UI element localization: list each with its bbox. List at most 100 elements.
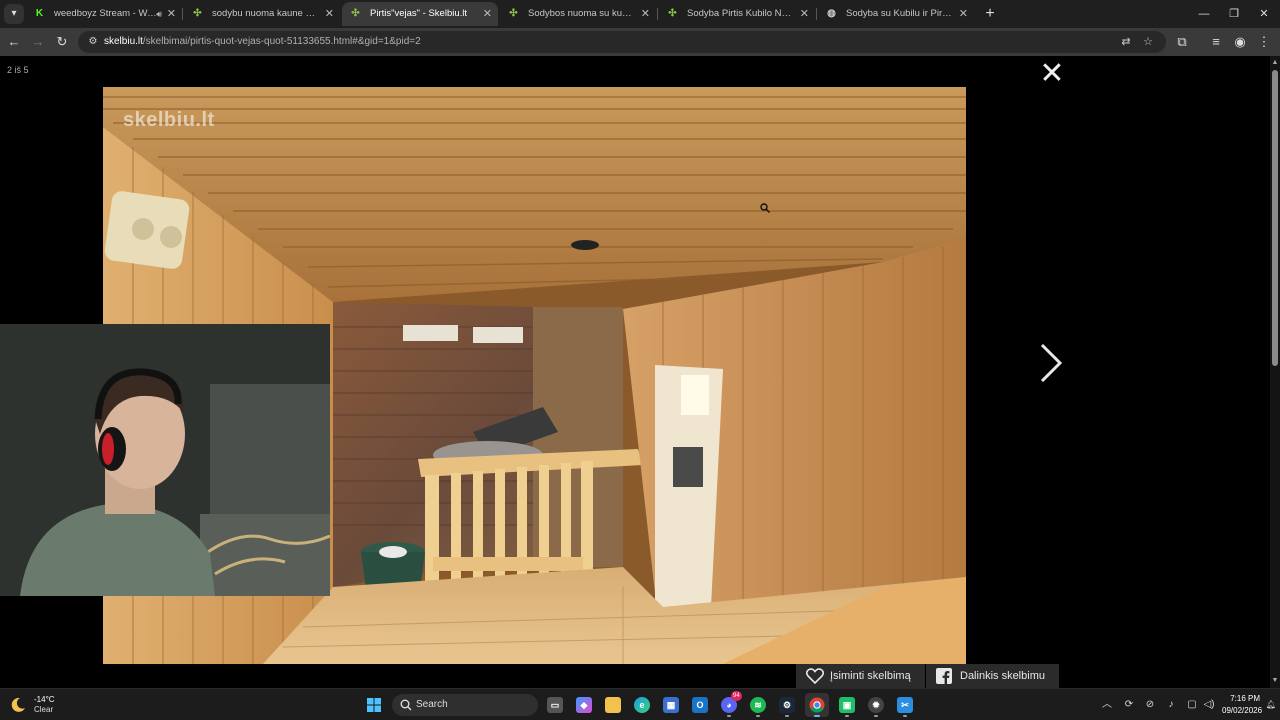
window-close-icon[interactable]: ✕ <box>1248 2 1280 26</box>
tab-close-icon[interactable]: ✕ <box>325 2 334 26</box>
restore-icon[interactable]: ❐ <box>1218 2 1250 26</box>
weather-temperature: -14°C <box>34 695 55 704</box>
settings-gear-icon: ✹ <box>868 697 884 713</box>
edge-button[interactable]: e <box>630 693 654 717</box>
volume-icon[interactable]: ◁) <box>1202 698 1216 712</box>
gallery-actions: Įsiminti skelbimą Dalinkis skelbimu <box>0 664 1070 688</box>
browser-toolbar: ← → ↻ ⚙ skelbiu.lt/skelbimai/pirtis-quot… <box>0 28 1280 56</box>
tab-close-icon[interactable]: ✕ <box>641 2 650 26</box>
store-button[interactable]: ▦ <box>659 693 683 717</box>
share-listing-label: Dalinkis skelbimu <box>960 670 1045 682</box>
scroll-down-icon[interactable]: ▼ <box>1270 676 1280 686</box>
taskbar-clock[interactable]: 7:16 PM 09/02/2026 <box>1222 693 1263 717</box>
microphone-icon[interactable]: ♪ <box>1164 698 1178 712</box>
windows-logo-icon <box>367 698 381 712</box>
tab-pirtis-vejas[interactable]: ✣ Pirtis"vejas" - Skelbiu.lt ✕ <box>342 2 498 26</box>
snipping-tool-button[interactable]: ✂ <box>893 693 917 717</box>
windows-start-button[interactable] <box>362 693 386 717</box>
steam-button[interactable]: ⚙ <box>775 693 799 717</box>
save-listing-button[interactable]: Įsiminti skelbimą <box>796 664 925 688</box>
reload-icon[interactable]: ↻ <box>52 32 72 52</box>
task-view-button[interactable]: ▭ <box>543 693 567 717</box>
gallery-close-icon[interactable]: ✕ <box>1038 59 1066 89</box>
green-app-icon: ▣ <box>839 697 855 713</box>
file-explorer-button[interactable] <box>601 693 625 717</box>
copilot-button[interactable]: ◆ <box>572 693 596 717</box>
task-view-icon: ▭ <box>547 697 563 713</box>
store-icon: ▦ <box>663 697 679 713</box>
speaker-icon[interactable]: 🔊︎ <box>156 2 162 26</box>
media-controls-icon[interactable]: ≡ <box>1206 32 1226 52</box>
kick-icon: K <box>35 8 44 19</box>
skelbiu-icon: ✣ <box>668 8 677 19</box>
spotify-icon: ≋ <box>750 697 766 713</box>
forward-icon[interactable]: → <box>28 32 48 52</box>
snipping-tool-icon: ✂ <box>897 697 913 713</box>
screen: ▾ K weedboyz Stream - Watch 🔊︎ ✕ ✣ sodyb… <box>0 0 1280 720</box>
skelbiu-watermark: skelbiu.lt <box>123 109 215 131</box>
tab-strip: ▾ K weedboyz Stream - Watch 🔊︎ ✕ ✣ sodyb… <box>0 0 1280 28</box>
wifi-off-icon[interactable]: ⊘ <box>1143 698 1157 712</box>
profile-icon[interactable]: ◉ <box>1230 32 1250 52</box>
photo-counter: 2 iš 5 <box>7 65 29 75</box>
scroll-up-icon[interactable]: ▲ <box>1270 58 1280 68</box>
skelbiu-icon: ✣ <box>509 8 518 19</box>
clock-time: 7:16 PM <box>1230 694 1260 703</box>
taskbar-search[interactable]: Search <box>392 694 538 716</box>
network-icon[interactable]: ▢ <box>1185 698 1199 712</box>
notification-bell-icon[interactable]: 🔔︎ <box>1264 698 1278 712</box>
facebook-icon <box>936 668 952 684</box>
outlook-icon: O <box>692 697 708 713</box>
share-listing-button[interactable]: Dalinkis skelbimu <box>926 664 1059 688</box>
outlook-button[interactable]: O <box>688 693 712 717</box>
heart-icon <box>806 668 824 684</box>
settings-button[interactable]: ✹ <box>864 693 888 717</box>
extensions-icon[interactable]: ⧉ <box>1172 32 1192 52</box>
weather-condition: Clear <box>34 705 54 714</box>
moon-icon <box>11 697 25 712</box>
tab-close-icon[interactable]: ✕ <box>483 2 492 26</box>
tab-close-icon[interactable]: ✕ <box>800 2 809 26</box>
bookmark-star-icon[interactable]: ☆ <box>1140 34 1156 50</box>
scroll-thumb[interactable] <box>1272 70 1278 366</box>
tray-overflow-chevron-icon[interactable]: ︿ <box>1100 698 1114 712</box>
tab-weedboyz-stream[interactable]: K weedboyz Stream - Watch 🔊︎ ✕ <box>26 2 182 26</box>
tab-divider <box>182 8 183 20</box>
chrome-button[interactable] <box>805 693 829 717</box>
spotify-button[interactable]: ≋ <box>746 693 770 717</box>
tab-close-icon[interactable]: ✕ <box>959 2 968 26</box>
discord-button[interactable]: ◕ 94 <box>717 691 742 717</box>
tab-search-icon[interactable]: ▾ <box>4 4 24 24</box>
chrome-icon <box>809 697 825 713</box>
skelbiu-icon: ✣ <box>193 8 202 19</box>
next-arrow-icon[interactable] <box>1034 341 1066 385</box>
tab-divider <box>657 8 658 20</box>
menu-kebab-icon[interactable]: ⋮ <box>1254 32 1274 52</box>
taskbar: -14°C Clear Search ▭ ◆ e ▦ O ◕ 94 ≋ ⚙ ▣ … <box>0 688 1280 720</box>
site-info-icon[interactable]: ⚙ <box>86 35 100 49</box>
translate-icon[interactable]: ⇄ <box>1118 34 1134 50</box>
back-icon[interactable]: ← <box>4 32 24 52</box>
tab-sodybu-nuoma[interactable]: ✣ sodybu nuoma kaune skelbimai ✕ <box>184 2 340 26</box>
new-tab-icon[interactable]: + <box>980 4 1000 24</box>
copilot-icon: ◆ <box>576 697 592 713</box>
folder-icon <box>605 697 621 713</box>
gallery-overlay: 2 iš 5 ✕ skelbiu.lt Įsiminti skelbimą Da… <box>0 56 1270 688</box>
webcam-overlay <box>0 324 330 596</box>
url-text[interactable]: skelbiu.lt/skelbimai/pirtis-quot-vejas-q… <box>104 31 421 53</box>
tab-sodyba-su-kubilu[interactable]: ◍ Sodyba su Kubilu ir Pirtimi - Nu ✕ <box>818 2 974 26</box>
page-scrollbar[interactable]: ▲ ▼ <box>1270 56 1280 688</box>
streamer-illustration <box>0 324 330 596</box>
discord-notification-badge: 94 <box>731 691 742 701</box>
minimize-icon[interactable]: — <box>1188 2 1220 26</box>
tab-sodyba-pirtis-kubilo[interactable]: ✣ Sodyba Pirtis Kubilo Nuoma so ✕ <box>659 2 815 26</box>
tab-divider <box>816 8 817 20</box>
tab-close-icon[interactable]: ✕ <box>167 2 176 26</box>
green-app-button[interactable]: ▣ <box>835 693 859 717</box>
address-bar[interactable]: ⚙ skelbiu.lt/skelbimai/pirtis-quot-vejas… <box>78 31 1166 53</box>
skelbiu-icon: ✣ <box>351 8 360 19</box>
sync-icon[interactable]: ⟳ <box>1122 698 1136 712</box>
mouse-cursor-icon <box>760 203 770 213</box>
clock-date: 09/02/2026 <box>1222 706 1263 715</box>
tab-sodybos-nuoma-kubilu[interactable]: ✣ Sodybos nuoma su kubilu,džiak ✕ <box>500 2 656 26</box>
